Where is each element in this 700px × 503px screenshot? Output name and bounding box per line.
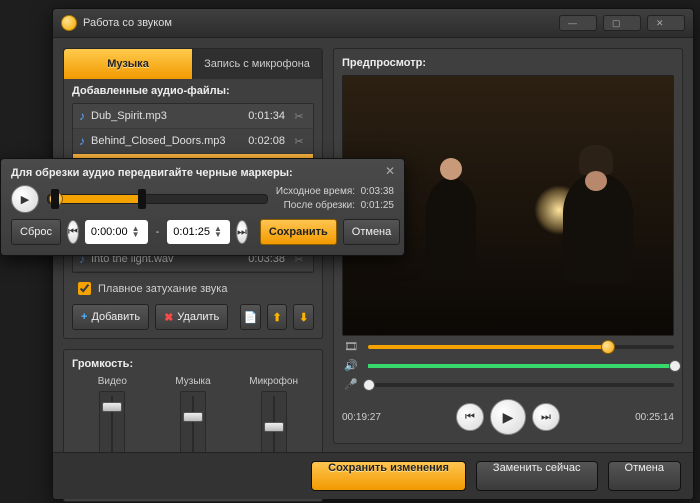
delete-button[interactable]: ✖Удалить [155,304,228,330]
time-to-input[interactable]: 0:01:25▲▼ [167,220,230,244]
plus-icon: + [81,311,87,323]
vol-label-music: Музыка [175,376,210,387]
dialog-footer: Сохранить изменения Заменить сейчас Отме… [53,452,693,499]
list-item[interactable]: ♪ Behind_Closed_Doors.mp3 0:02:08 ✂ [73,129,313,154]
maximize-button[interactable]: ▢ [603,15,641,31]
app-icon [61,15,77,31]
popup-cancel-button[interactable]: Отмена [343,219,400,245]
popup-save-button[interactable]: Сохранить [260,219,337,245]
trim-marker-end[interactable] [138,189,146,209]
video-seek-slider[interactable] [368,345,674,349]
move-up-button[interactable]: ⬆ [267,304,288,330]
music-note-icon: ♪ [79,134,85,148]
settings-button[interactable]: 📄 [240,304,261,330]
tab-music[interactable]: Музыка [64,49,193,79]
titlebar: Работа со звуком — ▢ ✕ [53,9,693,38]
trim-range-slider[interactable] [47,194,268,204]
audio-level-slider[interactable] [368,364,674,368]
goto-end-button[interactable]: ⏭ [236,220,248,244]
vol-label-mic: Микрофон [249,376,298,387]
filmstrip-icon: 🎞 [342,340,360,353]
music-note-icon: ♪ [79,109,85,123]
popup-close-button[interactable]: ✕ [382,163,398,179]
mic-level-slider[interactable] [368,383,674,387]
arrow-down-icon: ⬇ [299,311,308,324]
fade-checkbox-label[interactable]: Плавное затухание звука [74,279,312,298]
trim-marker-start[interactable] [51,189,59,209]
popup-play-button[interactable]: ▶ [11,185,39,213]
window-title: Работа со звуком [83,17,559,29]
replace-now-button[interactable]: Заменить сейчас [476,461,598,491]
x-icon: ✖ [164,311,173,324]
vol-label-video: Видео [98,376,127,387]
volume-icon: 🔊 [342,359,360,372]
prev-button[interactable]: ⏮ [456,403,484,431]
cancel-button[interactable]: Отмена [608,461,681,491]
time-current: 00:19:27 [342,412,381,423]
time-total: 00:25:14 [635,412,674,423]
popup-info: Исходное время: 0:03:38 После обрезки: 0… [276,185,394,213]
reset-button[interactable]: Сброс [11,219,61,245]
list-item[interactable]: ♪ Dub_Spirit.mp3 0:01:34 ✂ [73,104,313,129]
next-button[interactable]: ⏭ [532,403,560,431]
popup-title: Для обрезки аудио передвигайте черные ма… [11,167,394,179]
scissors-icon[interactable]: ✂ [291,135,307,148]
play-button[interactable]: ▶ [490,399,526,435]
arrow-up-icon: ⬆ [273,311,282,324]
tab-microphone[interactable]: Запись с микрофона [193,49,322,79]
move-down-button[interactable]: ⬇ [293,304,314,330]
close-button[interactable]: ✕ [647,15,685,31]
volume-header: Громкость: [72,358,314,370]
files-header: Добавленные аудио-файлы: [72,85,314,97]
mic-icon: 🎤 [342,378,360,391]
fade-checkbox[interactable] [78,282,91,295]
scissors-icon[interactable]: ✂ [291,110,307,123]
time-from-input[interactable]: 0:00:00▲▼ [85,220,148,244]
add-button[interactable]: +Добавить [72,304,149,330]
trim-popup: ✕ Для обрезки аудио передвигайте черные … [0,158,405,256]
save-changes-button[interactable]: Сохранить изменения [311,461,466,491]
preview-header: Предпросмотр: [342,57,674,69]
goto-start-button[interactable]: ⏮ [67,220,79,244]
minimize-button[interactable]: — [559,15,597,31]
